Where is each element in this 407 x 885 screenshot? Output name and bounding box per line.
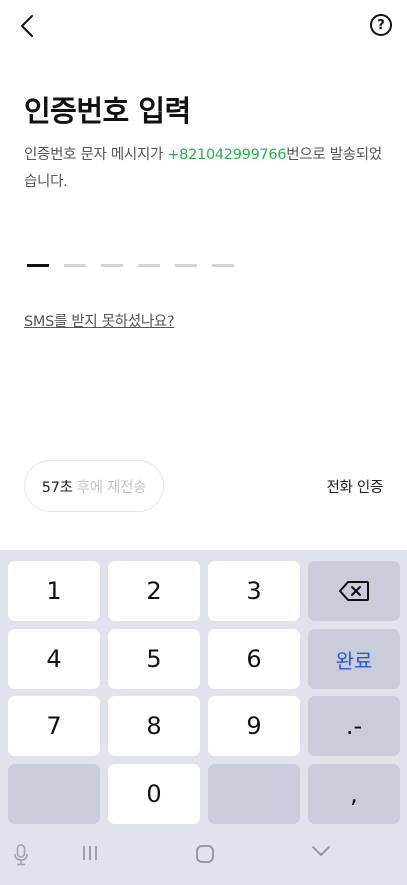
question-mark-icon: ? <box>377 17 385 33</box>
description: 인증번호 문자 메시지가 +821042999766번으로 발송되었습니다. <box>24 142 384 196</box>
key-3[interactable]: 3 <box>208 561 300 621</box>
system-nav-bar <box>0 828 407 885</box>
phone-number: +821042999766 <box>167 147 287 163</box>
code-slot <box>212 264 234 267</box>
home-icon[interactable] <box>194 844 216 864</box>
page-title: 인증번호 입력 <box>24 94 191 128</box>
key-4[interactable]: 4 <box>8 629 100 689</box>
hide-keyboard-icon[interactable] <box>310 844 332 858</box>
backspace-key[interactable] <box>308 561 400 621</box>
verification-code-input[interactable] <box>27 264 234 267</box>
backspace-icon <box>339 581 369 601</box>
key-8[interactable]: 8 <box>108 696 200 756</box>
code-slot <box>175 264 197 267</box>
key-6[interactable]: 6 <box>208 629 300 689</box>
resend-label: 후에 재전송 <box>76 479 147 496</box>
key-5[interactable]: 5 <box>108 629 200 689</box>
key-done[interactable]: 완료 <box>308 629 400 689</box>
code-slot <box>138 264 160 267</box>
recent-apps-icon[interactable] <box>80 844 100 862</box>
key-blank[interactable] <box>208 764 300 824</box>
key-comma[interactable]: , <box>308 764 400 824</box>
resend-button[interactable]: 57초 후에 재전송 <box>24 460 164 512</box>
key-dot-dash[interactable]: .- <box>308 696 400 756</box>
key-1[interactable]: 1 <box>8 561 100 621</box>
help-button[interactable]: ? <box>370 14 392 36</box>
microphone-icon[interactable] <box>12 844 30 866</box>
key-0[interactable]: 0 <box>108 764 200 824</box>
resend-countdown: 57초 <box>41 479 73 496</box>
back-arrow-icon <box>21 15 33 37</box>
code-slot <box>64 264 86 267</box>
sms-not-received-link[interactable]: SMS를 받지 못하셨나요? <box>24 310 175 331</box>
phone-auth-button[interactable]: 전화 인증 <box>327 476 384 497</box>
key-blank[interactable] <box>8 764 100 824</box>
back-button[interactable] <box>14 12 40 40</box>
key-9[interactable]: 9 <box>208 696 300 756</box>
code-slot <box>27 264 49 267</box>
top-bar: ? <box>0 0 407 52</box>
code-slot <box>101 264 123 267</box>
key-2[interactable]: 2 <box>108 561 200 621</box>
key-7[interactable]: 7 <box>8 696 100 756</box>
description-prefix: 인증번호 문자 메시지가 <box>24 147 168 163</box>
